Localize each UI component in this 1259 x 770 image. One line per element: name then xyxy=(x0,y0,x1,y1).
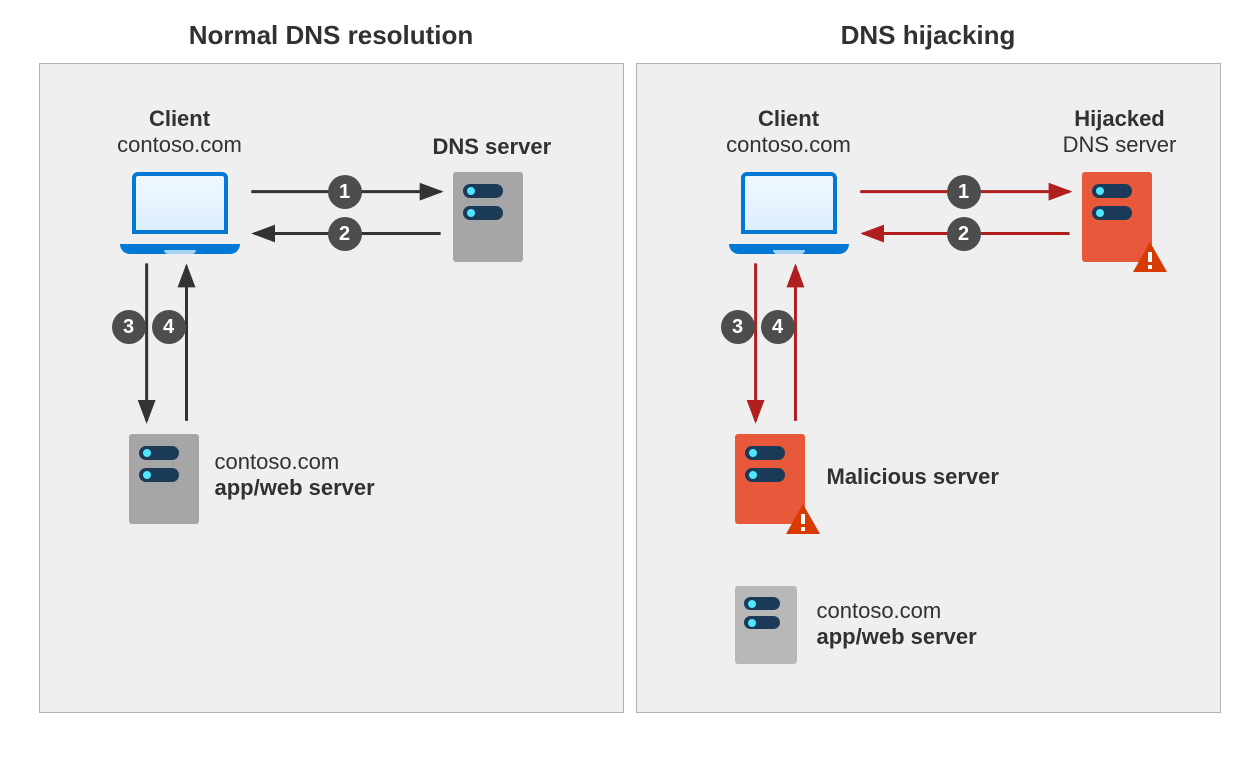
step-4-badge: 4 xyxy=(152,310,186,344)
appweb-label: contoso.com app/web server xyxy=(215,449,375,502)
appweb-role-text-r: app/web server xyxy=(817,624,977,649)
warning-icon-dns xyxy=(1133,242,1167,272)
panel-hijack-title: DNS hijacking xyxy=(636,20,1221,51)
step-2-badge: 2 xyxy=(328,217,362,251)
step-3-badge: 3 xyxy=(112,310,146,344)
panel-normal-title: Normal DNS resolution xyxy=(39,20,624,51)
malicious-label: Malicious server xyxy=(827,464,999,490)
panel-hijack: DNS hijacking Client contoso.com Hijacke… xyxy=(636,20,1221,713)
appweb-domain-text: contoso.com xyxy=(215,449,340,474)
appweb-domain-text-r: contoso.com xyxy=(817,598,942,623)
dns-diagram: Normal DNS resolution Client contoso.com… xyxy=(20,20,1239,713)
client-label: Client contoso.com xyxy=(90,106,270,159)
step-1-badge: 1 xyxy=(328,175,362,209)
step-3-badge-r: 3 xyxy=(721,310,755,344)
client-title-text: Client xyxy=(149,106,210,131)
client-domain-text: contoso.com xyxy=(117,132,242,157)
step-1-badge-r: 1 xyxy=(947,175,981,209)
hijacked-sub-text: DNS server xyxy=(1063,132,1177,157)
step-2-badge-r: 2 xyxy=(947,217,981,251)
panel-normal: Normal DNS resolution Client contoso.com… xyxy=(39,20,624,713)
laptop-icon-r xyxy=(729,172,849,254)
laptop-icon xyxy=(120,172,240,254)
appweb-role-text: app/web server xyxy=(215,475,375,500)
appweb-server-icon-r xyxy=(735,586,797,664)
appweb-server-icon xyxy=(129,434,199,524)
client-label-r: Client contoso.com xyxy=(699,106,879,159)
appweb-label-r: contoso.com app/web server xyxy=(817,598,977,651)
panel-hijack-body: Client contoso.com Hijacked DNS server xyxy=(636,63,1221,713)
step-4-badge-r: 4 xyxy=(761,310,795,344)
hijacked-label: Hijacked DNS server xyxy=(1035,106,1205,159)
dns-server-label: DNS server xyxy=(433,134,613,160)
hijacked-title-text: Hijacked xyxy=(1074,106,1165,131)
arrows-normal xyxy=(40,64,623,712)
client-title-text-r: Client xyxy=(758,106,819,131)
dns-server-icon xyxy=(453,172,523,262)
panel-normal-body: Client contoso.com DNS server xyxy=(39,63,624,713)
warning-icon-malicious xyxy=(786,504,820,534)
client-domain-text-r: contoso.com xyxy=(726,132,851,157)
